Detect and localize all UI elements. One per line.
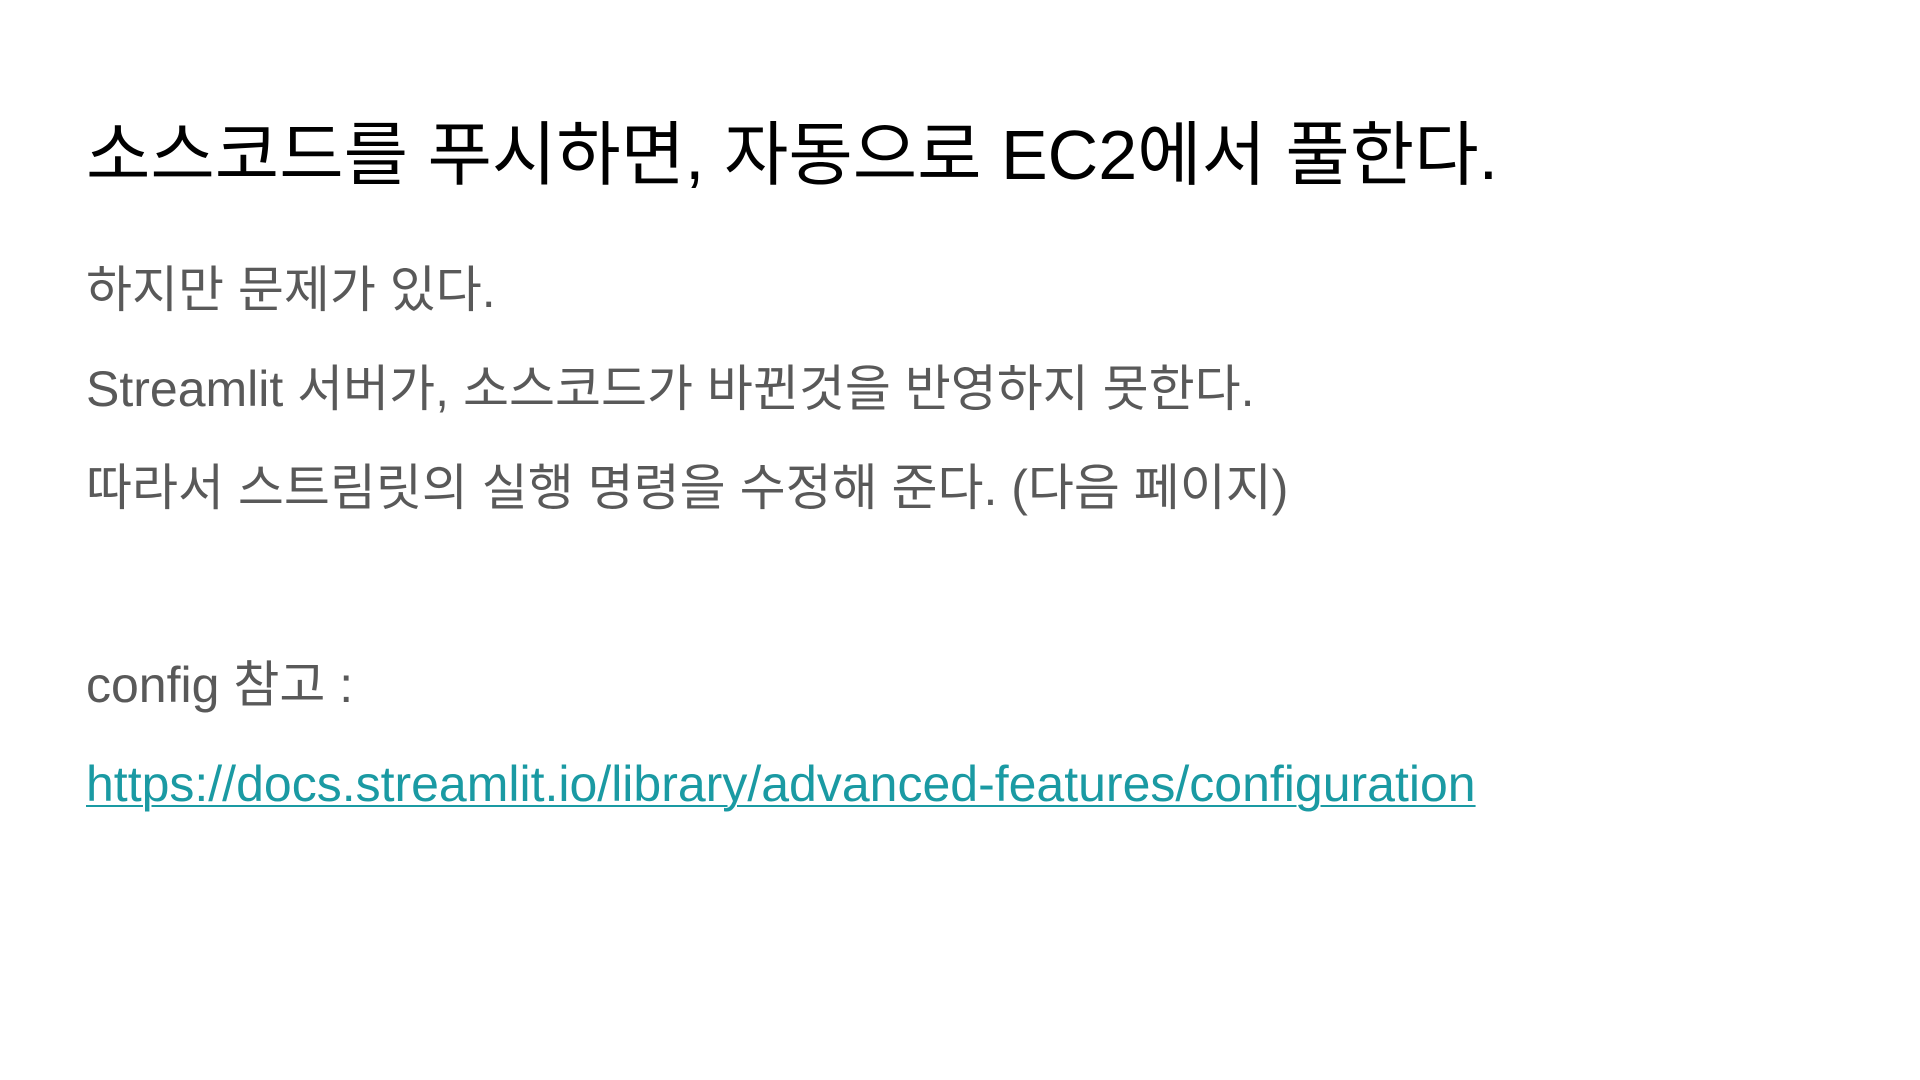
- body-line-problem: 하지만 문제가 있다.: [86, 262, 496, 318]
- body-line-solution: 따라서 스트림릿의 실행 명령을 수정해 준다. (다음 페이지): [86, 460, 1289, 516]
- body-line-streamlit-issue: Streamlit 서버가, 소스코드가 바뀐것을 반영하지 못한다.: [86, 361, 1255, 417]
- config-label: config 참고 :: [86, 657, 354, 713]
- config-docs-link[interactable]: https://docs.streamlit.io/library/advanc…: [86, 756, 1476, 812]
- config-link-line: https://docs.streamlit.io/library/advanc…: [86, 752, 1476, 816]
- slide-title: 소스코드를 푸시하면, 자동으로 EC2에서 풀한다.: [86, 116, 1499, 194]
- slide: 소스코드를 푸시하면, 자동으로 EC2에서 풀한다. 하지만 문제가 있다. …: [0, 0, 1920, 1080]
